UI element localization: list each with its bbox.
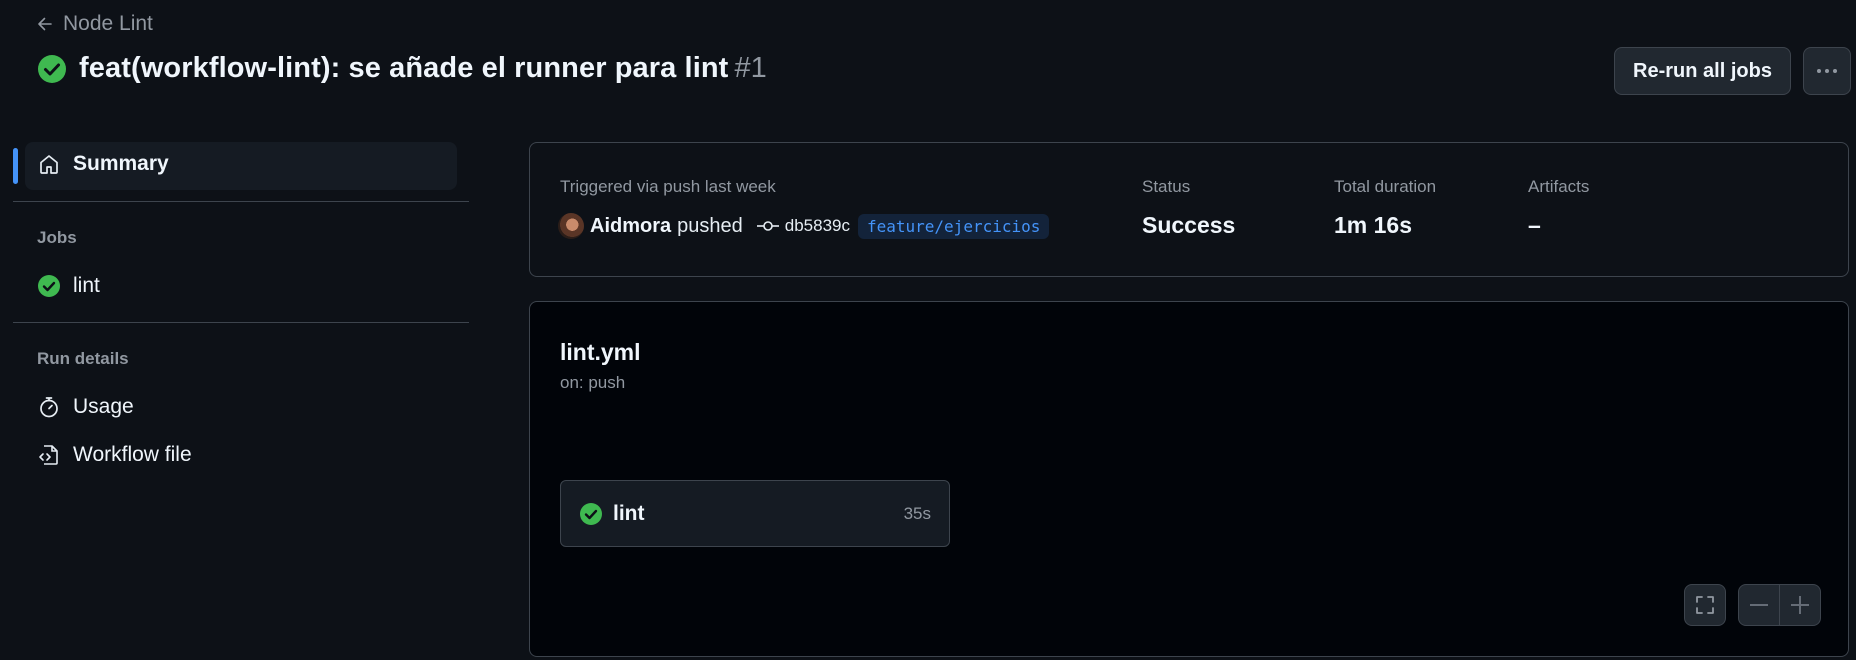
run-details-heading: Run details [37,349,129,368]
artifacts-value: – [1528,212,1541,238]
sidebar-divider [13,322,469,323]
check-circle-icon [37,274,61,298]
workflow-trigger: on: push [560,373,626,392]
actor-link[interactable]: Aidmora [590,215,671,238]
more-options-button[interactable] [1803,47,1851,95]
sidebar-divider [13,201,469,202]
kebab-horizontal-icon [1816,68,1838,74]
run-title: feat(workflow-lint): se añade el runner … [79,52,729,84]
git-commit-icon [756,220,779,232]
check-circle-icon [37,54,67,84]
sidebar-item-summary[interactable]: Summary [37,152,169,176]
job-name: lint [613,501,645,525]
branch-badge[interactable]: feature/ejercicios [857,213,1050,239]
workflow-graph-panel [529,301,1849,657]
back-link[interactable]: Node Lint [37,12,153,36]
sidebar-item-label: Summary [73,152,169,175]
sidebar-item-label: lint [73,274,100,297]
arrow-left-icon [37,16,53,32]
status-label: Status [1142,177,1191,196]
duration-value: 1m 16s [1334,212,1413,238]
zoom-in-button[interactable] [1780,585,1820,625]
zoom-out-button[interactable] [1739,585,1780,625]
status-value: Success [1142,212,1236,238]
commit-sha-link[interactable]: db5839c [785,216,850,236]
workflow-file-name[interactable]: lint.yml [560,339,641,366]
zoom-controls [1738,584,1821,626]
job-duration: 35s [903,503,931,523]
page-title: feat(workflow-lint): se añade el runner … [79,52,767,85]
sidebar-item-label: Usage [73,395,134,418]
dash-icon [1750,604,1768,606]
stopwatch-icon [37,395,61,419]
sidebar-item-usage[interactable]: Usage [37,395,134,419]
jobs-heading: Jobs [37,228,77,247]
trigger-label: Triggered via push last week [560,177,776,196]
avatar[interactable] [558,213,584,239]
file-code-icon [37,443,61,467]
active-indicator [13,148,18,184]
sidebar-item-label: Workflow file [73,443,192,466]
artifacts-label: Artifacts [1528,177,1590,196]
fullscreen-button[interactable] [1684,584,1726,626]
screen-full-icon [1695,595,1715,615]
home-icon [37,152,61,176]
sidebar-item-workflow-file[interactable]: Workflow file [37,443,192,467]
run-summary-panel [529,142,1849,277]
push-action: pushed [677,214,743,237]
back-link-label: Node Lint [63,12,153,35]
check-circle-icon [579,502,603,526]
plus-icon [1791,596,1809,614]
duration-label: Total duration [1334,177,1437,196]
sidebar-item-job-lint[interactable]: lint [37,274,100,298]
rerun-all-jobs-button[interactable]: Re-run all jobs [1614,47,1791,95]
job-card-lint[interactable]: lint 35s [560,480,950,547]
page-title-row: feat(workflow-lint): se añade el runner … [37,52,767,85]
push-info: Aidmora pushed db5839c feature/ejercicio… [558,213,1050,239]
run-number: #1 [734,52,767,84]
